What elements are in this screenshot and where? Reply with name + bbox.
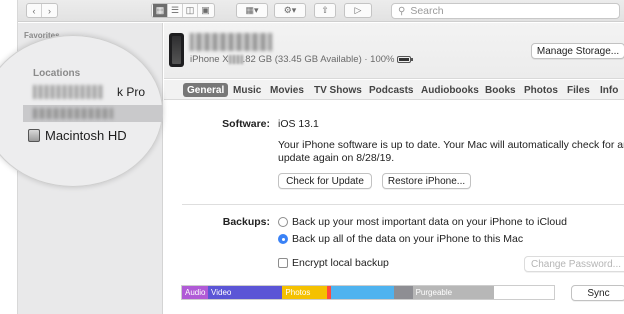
- storage-segment: Video: [208, 286, 283, 299]
- manage-storage-button[interactable]: Manage Storage...: [531, 43, 624, 59]
- gallery-view-icon[interactable]: ▣: [198, 4, 213, 17]
- tab-books[interactable]: Books: [485, 83, 516, 97]
- encrypt-backup-checkbox[interactable]: [278, 258, 288, 268]
- device-capacity: .82 GB (33.45 GB Available) · 100%: [242, 54, 395, 65]
- search-field[interactable]: ⚲ Search: [391, 3, 620, 19]
- tag-icon: ▷: [354, 5, 362, 15]
- action-menu-button[interactable]: ⚙▾: [274, 3, 306, 18]
- backup-icloud-label: Back up your most important data on your…: [292, 216, 567, 228]
- sidebar-item-macbook[interactable]: k Pro: [27, 83, 163, 99]
- group-by-button[interactable]: ▦▾: [236, 3, 268, 18]
- device-model: iPhone X: [190, 54, 229, 65]
- software-version: iOS 13.1: [278, 118, 319, 130]
- change-password-button[interactable]: Change Password...: [524, 256, 624, 272]
- storage-segment: Audio: [182, 286, 209, 299]
- hard-drive-icon: [28, 128, 40, 142]
- sidebar-item-iphone[interactable]: ⏏: [23, 105, 163, 122]
- redaction: [33, 85, 103, 99]
- device-info: iPhone X .82 GB (33.45 GB Available) · 10…: [190, 54, 414, 65]
- sync-button[interactable]: Sync: [571, 285, 624, 301]
- tab-movies[interactable]: Movies: [270, 83, 304, 97]
- check-for-update-button[interactable]: Check for Update: [278, 173, 372, 189]
- sidebar-item-macbook-label: k Pro: [117, 85, 146, 99]
- tab-podcasts[interactable]: Podcasts: [369, 83, 413, 97]
- software-status-line1: Your iPhone software is up to date. Your…: [278, 139, 624, 151]
- device-header: iPhone X .82 GB (33.45 GB Available) · 10…: [164, 23, 624, 79]
- sidebar-item-macintosh-hd[interactable]: Macintosh HD: [28, 126, 127, 144]
- sidebar-item-macintosh-hd-label: Macintosh HD: [45, 127, 127, 143]
- share-icon: ⇧: [321, 5, 329, 15]
- divider: [182, 204, 624, 205]
- redaction: [228, 54, 243, 64]
- sidebar-section-locations: Locations: [33, 68, 81, 79]
- search-placeholder: Search: [410, 5, 444, 17]
- gear-icon: ⚙▾: [283, 5, 297, 15]
- storage-bar: Audio Video Photos Purgeable: [181, 285, 555, 300]
- chevron-right-icon[interactable]: ›: [42, 4, 57, 17]
- backups-label: Backups:: [222, 216, 270, 228]
- chevron-left-icon[interactable]: ‹: [27, 4, 42, 17]
- backup-mac-radio[interactable]: [278, 234, 288, 244]
- storage-segment: [330, 286, 394, 299]
- iphone-icon: [169, 33, 184, 67]
- tab-general[interactable]: General: [183, 83, 229, 97]
- view-switcher: ▦ ☰ ◫ ▣: [151, 3, 215, 18]
- battery-icon: [397, 55, 414, 63]
- backup-mac-label: Back up all of the data on your iPhone t…: [292, 233, 524, 245]
- finder-window: ‹ › ▦ ☰ ◫ ▣ ▦▾ ⚙▾ ⇧ ▷ ⚲ Search Favorites: [0, 0, 624, 314]
- toolbar: ‹ › ▦ ☰ ◫ ▣ ▦▾ ⚙▾ ⇧ ▷ ⚲ Search: [18, 0, 624, 22]
- device-pane: iPhone X .82 GB (33.45 GB Available) · 10…: [164, 23, 624, 314]
- tab-music[interactable]: Music: [233, 83, 261, 97]
- history-nav: ‹ ›: [26, 3, 58, 18]
- tab-audiobooks[interactable]: Audiobooks: [421, 83, 479, 97]
- restore-iphone-button[interactable]: Restore iPhone...: [382, 173, 471, 189]
- tab-bar: General Music Movies TV Shows Podcasts A…: [164, 80, 624, 100]
- icon-view-icon[interactable]: ▦: [153, 4, 168, 17]
- storage-segment: [394, 286, 413, 299]
- backup-icloud-radio[interactable]: [278, 217, 288, 227]
- storage-segment: Purgeable: [412, 286, 495, 299]
- software-status-line2: update again on 8/28/19.: [278, 152, 395, 164]
- encrypt-backup-label: Encrypt local backup: [292, 257, 389, 269]
- column-view-icon[interactable]: ◫: [183, 4, 198, 17]
- software-label: Software:: [222, 118, 270, 130]
- tab-tv-shows[interactable]: TV Shows: [314, 83, 362, 97]
- tags-button[interactable]: ▷: [344, 3, 372, 18]
- redaction: [33, 108, 113, 119]
- storage-segment: [494, 286, 554, 299]
- tab-files[interactable]: Files: [567, 83, 590, 97]
- search-icon: ⚲: [398, 5, 406, 17]
- device-name-redacted: [190, 33, 272, 51]
- list-view-icon[interactable]: ☰: [168, 4, 183, 17]
- storage-segment: Photos: [282, 286, 328, 299]
- tab-info[interactable]: Info: [600, 83, 618, 97]
- grid-icon: ▦▾: [245, 5, 259, 15]
- share-button[interactable]: ⇧: [314, 3, 336, 18]
- tab-photos[interactable]: Photos: [524, 83, 558, 97]
